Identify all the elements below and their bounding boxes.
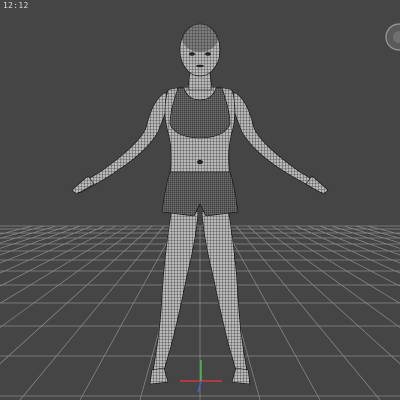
viewport-scene[interactable] [0,0,400,400]
grid-line-v [331,225,400,249]
grid-line-v [0,225,141,328]
viewport-label: 12:12 [3,1,29,10]
grid-line-v [0,225,117,287]
grid-line-v [0,225,81,256]
floor-grid [0,225,400,400]
grid-line-v [0,225,153,365]
grid-line-v [355,225,400,239]
3d-viewport[interactable]: 12:12 [0,0,400,400]
navel [197,159,203,165]
left-arm [75,91,169,194]
left-leg [151,209,199,379]
mouth [196,64,204,68]
grid-line-v [319,225,400,256]
head-shading [182,24,218,52]
right-eye [205,52,211,56]
grid-line-v [0,225,105,274]
grid-line-v [271,225,400,304]
grid-line-v [295,225,400,274]
grid-line-v [19,225,165,400]
grid-line-v [0,225,69,249]
shorts-garment [161,171,239,217]
grid-line-v [259,225,400,328]
right-leg [201,209,249,379]
grid-line-v [0,225,45,239]
z-axis-line [197,380,202,393]
grid-line-v [247,225,400,365]
grid-line-v [235,225,381,400]
navigation-gizmo-icon[interactable] [384,22,400,52]
left-foot [149,367,169,385]
grid-line-v [283,225,400,287]
grid-line-v [0,225,129,304]
world-axes [180,360,222,393]
left-eye [189,52,195,56]
right-foot [231,367,251,385]
